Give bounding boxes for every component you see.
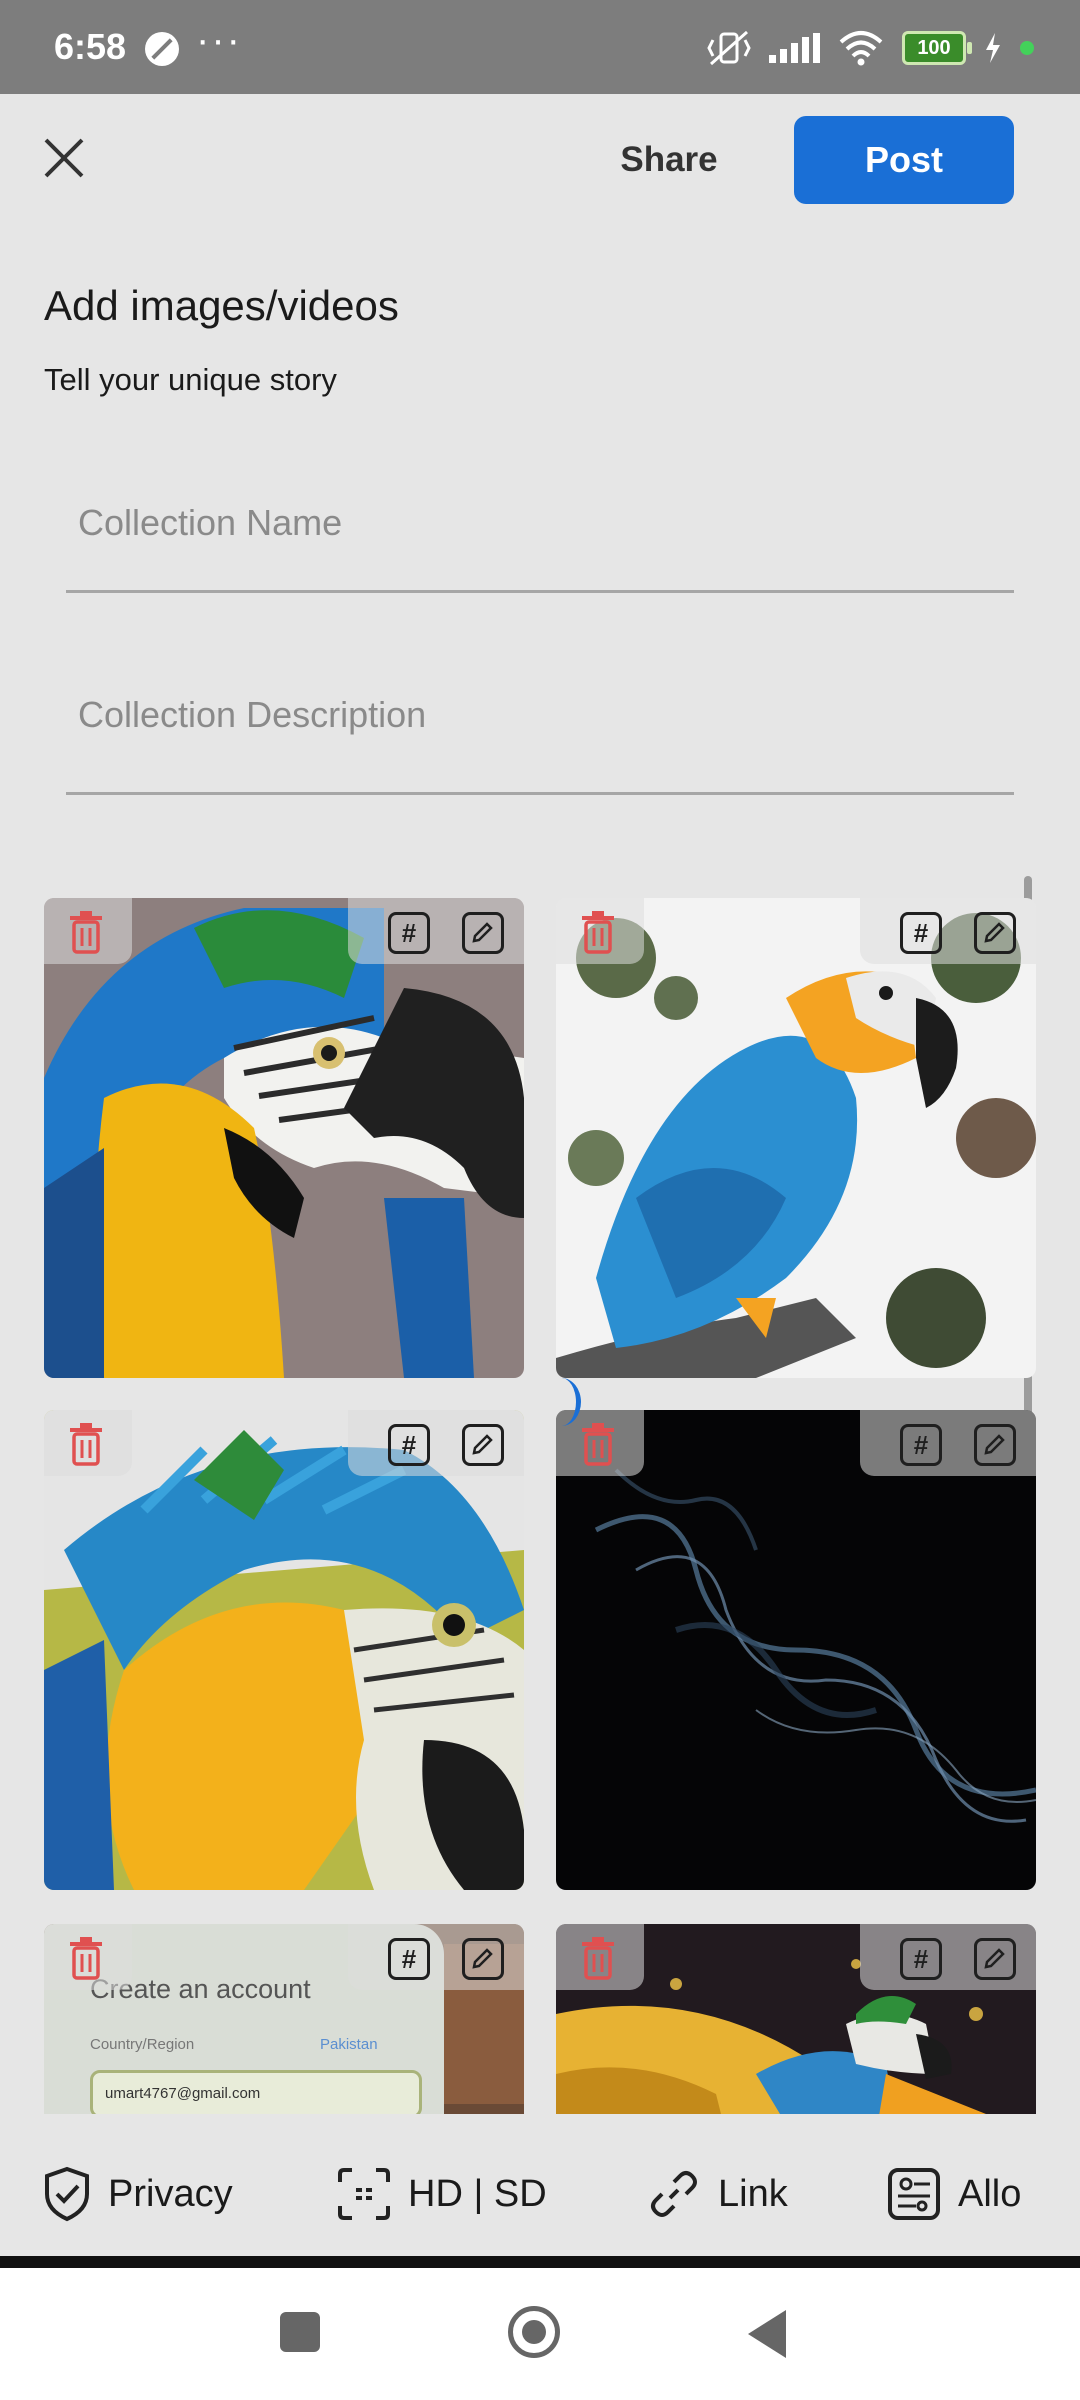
- link-option[interactable]: Link: [646, 2164, 788, 2224]
- settings-card-icon: [888, 2168, 940, 2220]
- hashtag-icon[interactable]: #: [388, 912, 430, 954]
- screenshot-email-field: umart4767@gmail.com: [90, 2070, 422, 2114]
- edit-icon[interactable]: [974, 1938, 1016, 1980]
- tile-5-tools: #: [348, 1924, 524, 1990]
- tile-1-tools: #: [348, 898, 524, 964]
- media-image-parrot-closeup: [44, 898, 524, 1378]
- tile-6-delete-area: [556, 1924, 644, 1990]
- quality-label: HD | SD: [408, 2172, 547, 2215]
- status-icons: 100: [707, 26, 1034, 70]
- screenshot-email: umart4767@gmail.com: [105, 2085, 261, 2102]
- status-bar: 6:58 ··· 100: [0, 0, 1080, 94]
- tile-2-tools: #: [860, 898, 1036, 964]
- screenshot-region-label: Country/Region: [90, 2036, 195, 2053]
- wifi-icon: [839, 31, 883, 66]
- media-image-parrot-branch: [556, 898, 1036, 1378]
- edit-icon[interactable]: [462, 912, 504, 954]
- collection-description-input[interactable]: Collection Description: [66, 660, 1014, 795]
- allow-label: Allo: [958, 2172, 1022, 2215]
- media-tile-6[interactable]: #: [556, 1924, 1036, 2114]
- edit-icon[interactable]: [462, 1938, 504, 1980]
- media-tile-4[interactable]: #: [556, 1410, 1036, 1890]
- hashtag-icon[interactable]: #: [388, 1424, 430, 1466]
- trash-icon[interactable]: [578, 910, 618, 954]
- media-tile-1[interactable]: #: [44, 898, 524, 1378]
- page-title: Add images/videos: [44, 282, 399, 329]
- tile-3-delete-area: [44, 1410, 132, 1476]
- trash-icon[interactable]: [578, 1422, 618, 1466]
- tile-3-tools: #: [348, 1410, 524, 1476]
- collection-description-placeholder: Collection Description: [78, 694, 427, 735]
- hashtag-icon[interactable]: #: [388, 1938, 430, 1980]
- screenshot-region-value: Pakistan: [320, 2036, 378, 2053]
- media-image-parrot-feathers: [44, 1410, 524, 1890]
- shield-check-icon: [45, 2166, 89, 2222]
- allow-option[interactable]: Allo: [886, 2164, 1021, 2224]
- media-image-smoke: [556, 1410, 1036, 1890]
- more-notifications-icon: ···: [196, 18, 242, 62]
- tile-2-delete-area: [556, 898, 644, 964]
- notification-dot: [1020, 41, 1034, 55]
- privacy-label: Privacy: [108, 2172, 233, 2215]
- privacy-option[interactable]: Privacy: [42, 2164, 233, 2224]
- media-grid: # # # # Create an account Country/Region…: [44, 898, 1036, 2114]
- vibrate-off-icon: [707, 30, 751, 66]
- edit-icon[interactable]: [974, 1424, 1016, 1466]
- collection-name-input[interactable]: Collection Name: [66, 470, 1014, 593]
- link-label: Link: [718, 2172, 788, 2215]
- recents-button[interactable]: [280, 2312, 320, 2352]
- tile-6-tools: #: [860, 1924, 1036, 1990]
- hashtag-icon[interactable]: #: [900, 912, 942, 954]
- trash-icon[interactable]: [66, 1422, 106, 1466]
- media-tile-2[interactable]: #: [556, 898, 1036, 1378]
- post-options-bar: Privacy HD | SD Link Allo: [0, 2134, 1080, 2254]
- hashtag-icon[interactable]: #: [900, 1424, 942, 1466]
- trash-icon[interactable]: [578, 1936, 618, 1980]
- media-tile-5[interactable]: Create an account Country/Region Pakista…: [44, 1924, 524, 2114]
- link-icon: [651, 2171, 697, 2217]
- divider: [0, 2256, 1080, 2268]
- media-tile-3[interactable]: #: [44, 1410, 524, 1890]
- focus-frame-icon: [338, 2168, 390, 2220]
- charging-icon: [986, 33, 1000, 63]
- trash-icon[interactable]: [66, 910, 106, 954]
- quality-option[interactable]: HD | SD: [336, 2164, 547, 2224]
- close-icon[interactable]: [40, 134, 88, 182]
- page-subtitle: Tell your unique story: [44, 362, 337, 397]
- collection-name-placeholder: Collection Name: [78, 502, 343, 543]
- home-button[interactable]: [508, 2306, 560, 2358]
- tile-5-delete-area: [44, 1924, 132, 1990]
- back-button[interactable]: [748, 2310, 786, 2358]
- edit-icon[interactable]: [462, 1424, 504, 1466]
- loading-spinner: [542, 1378, 581, 1426]
- no-disturb-icon: [145, 32, 179, 66]
- share-button[interactable]: Share: [606, 128, 732, 192]
- post-button[interactable]: Post: [794, 116, 1014, 204]
- tile-4-tools: #: [860, 1410, 1036, 1476]
- tile-1-delete-area: [44, 898, 132, 964]
- edit-icon[interactable]: [974, 912, 1016, 954]
- trash-icon[interactable]: [66, 1936, 106, 1980]
- hashtag-icon[interactable]: #: [900, 1938, 942, 1980]
- battery-icon: 100: [902, 31, 972, 65]
- signal-icon: [769, 33, 820, 63]
- system-nav-bar: [0, 2268, 1080, 2400]
- status-time: 6:58: [54, 26, 127, 67]
